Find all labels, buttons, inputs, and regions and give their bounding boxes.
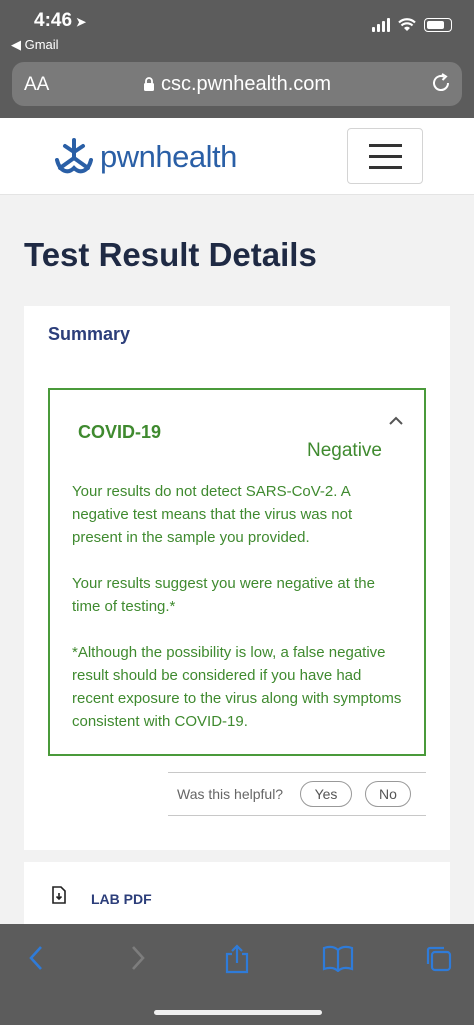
menu-button[interactable] <box>347 128 423 184</box>
result-status: Negative <box>307 440 382 461</box>
result-disclaimer: *Although the possibility is low, a fals… <box>72 644 402 730</box>
file-download-icon[interactable] <box>52 886 66 904</box>
summary-card: Summary COVID-19 Negative Your results d… <box>24 306 450 850</box>
brand-mark-icon <box>55 138 93 174</box>
wifi-icon <box>398 18 416 31</box>
result-paragraph: Your results do not detect SARS-CoV-2. A… <box>72 483 353 546</box>
forward-icon[interactable] <box>128 944 148 972</box>
home-indicator <box>154 1010 322 1015</box>
status-icons <box>372 18 452 32</box>
back-icon[interactable] <box>26 944 46 972</box>
share-icon[interactable] <box>224 944 250 974</box>
lock-icon <box>143 77 154 91</box>
brand-name: pwnhealth <box>100 139 237 174</box>
summary-heading: Summary <box>48 324 131 344</box>
feedback-question: Was this helpful? <box>177 786 284 802</box>
battery-icon <box>424 18 452 32</box>
test-name: COVID-19 <box>78 422 162 442</box>
location-arrow-icon: ➤ <box>76 15 87 29</box>
tabs-icon[interactable] <box>424 944 454 974</box>
back-app-label: Gmail <box>24 37 59 52</box>
pwnhealth-logo[interactable]: pwnhealth <box>54 138 237 176</box>
result-panel: COVID-19 Negative Your results do not de… <box>48 388 426 756</box>
status-time: 4:46 ➤ <box>34 10 87 31</box>
signal-icon <box>372 18 390 32</box>
site-header: pwnhealth <box>0 118 474 195</box>
reload-icon[interactable] <box>430 72 452 94</box>
url-bar[interactable]: AA csc.pwnhealth.com <box>12 62 462 106</box>
back-to-app-link[interactable]: ◀ Gmail <box>11 37 59 53</box>
url-display[interactable]: csc.pwnhealth.com <box>12 73 462 96</box>
result-paragraph: Your results suggest you were negative a… <box>72 575 375 615</box>
feedback-row: Was this helpful? Yes No <box>168 772 426 816</box>
chevron-up-icon[interactable] <box>388 416 404 426</box>
documents-card: LAB PDF <box>24 862 450 924</box>
page-title: Test Result Details <box>24 236 317 273</box>
no-button[interactable]: No <box>365 781 411 807</box>
ios-top-chrome: 4:46 ➤ ◀ Gmail AA csc.pwnhealth.com <box>0 0 474 118</box>
url-text: csc.pwnhealth.com <box>160 73 332 95</box>
yes-button[interactable]: Yes <box>300 781 352 807</box>
bookmarks-icon[interactable] <box>322 944 354 972</box>
lab-pdf-link[interactable]: LAB PDF <box>91 891 152 907</box>
